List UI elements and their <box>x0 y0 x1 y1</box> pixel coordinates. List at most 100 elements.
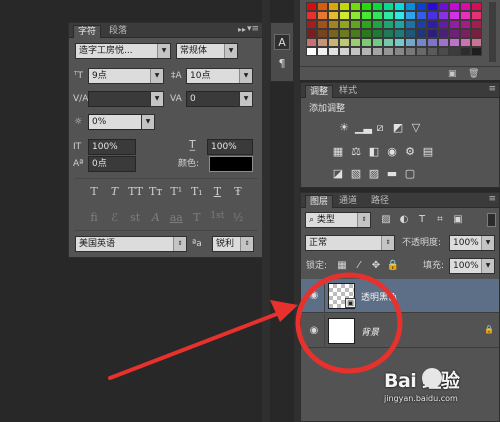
blend-mode-select[interactable]: 正常 ⇕ <box>305 235 395 251</box>
color-swatch[interactable] <box>383 29 394 38</box>
color-swatch[interactable] <box>361 29 372 38</box>
collapse-arrows-icon[interactable]: ▸▸ <box>238 25 246 34</box>
color-swatch[interactable] <box>383 38 394 47</box>
color-swatch[interactable] <box>460 20 471 29</box>
color-swatch[interactable] <box>405 2 416 11</box>
font-size-select[interactable]: 9点 ▼ <box>88 68 164 84</box>
levels-icon[interactable]: ▁▃ <box>355 121 372 135</box>
color-swatch[interactable] <box>372 11 383 20</box>
opacity-select[interactable]: 100% ▼ <box>449 235 495 251</box>
tracking-dropdown[interactable]: ▼ <box>239 91 253 107</box>
discretionary-ligatures-button[interactable]: st <box>128 211 142 224</box>
color-swatch[interactable] <box>460 29 471 38</box>
color-swatch[interactable] <box>372 2 383 11</box>
color-swatch[interactable] <box>328 38 339 47</box>
color-swatch[interactable] <box>383 2 394 11</box>
color-swatch[interactable] <box>427 29 438 38</box>
superscript-button[interactable]: T¹ <box>169 185 183 198</box>
color-swatch[interactable] <box>339 11 350 20</box>
color-swatch[interactable] <box>317 38 328 47</box>
color-swatch[interactable] <box>438 11 449 20</box>
color-swatch[interactable] <box>328 2 339 11</box>
color-swatch[interactable] <box>438 38 449 47</box>
color-swatch[interactable] <box>383 47 394 56</box>
color-swatch[interactable] <box>361 2 372 11</box>
color-swatch[interactable] <box>306 11 317 20</box>
channel-mixer-icon[interactable]: ⚙ <box>403 145 417 159</box>
color-swatch[interactable] <box>328 11 339 20</box>
color-swatch[interactable] <box>449 47 460 56</box>
color-swatch[interactable] <box>449 2 460 11</box>
small-caps-button[interactable]: Tт <box>149 185 163 198</box>
color-swatch[interactable] <box>405 11 416 20</box>
color-swatch[interactable] <box>427 11 438 20</box>
color-swatch[interactable] <box>339 2 350 11</box>
exposure-icon[interactable]: ◩ <box>391 121 405 135</box>
color-swatch[interactable] <box>416 20 427 29</box>
color-swatch[interactable] <box>471 29 482 38</box>
strikethrough-button[interactable]: Ŧ <box>231 185 245 198</box>
color-swatch[interactable] <box>438 20 449 29</box>
curves-icon[interactable]: ⧄ <box>373 121 387 135</box>
color-swatch[interactable] <box>317 2 328 11</box>
color-swatch[interactable] <box>306 20 317 29</box>
color-swatch[interactable] <box>306 38 317 47</box>
layer-filter-select[interactable]: ⌕ 类型 ⇕ <box>305 212 371 228</box>
underline-button[interactable]: T <box>210 185 224 198</box>
faux-bold-button[interactable]: T <box>87 185 101 198</box>
contextual-alternates-button[interactable]: ℰ <box>108 211 122 224</box>
color-swatch[interactable] <box>427 38 438 47</box>
color-swatch[interactable] <box>416 29 427 38</box>
gradient-map-icon[interactable]: ▬ <box>385 167 399 181</box>
subscript-button[interactable]: T₁ <box>190 185 204 198</box>
tab-channels[interactable]: 通道 <box>335 195 361 208</box>
panel-menu-icon[interactable]: ≡ <box>488 194 496 204</box>
color-swatch[interactable] <box>394 47 405 56</box>
color-swatch[interactable] <box>306 47 317 56</box>
vertical-scale-input[interactable]: 100% <box>88 139 136 155</box>
color-swatch[interactable] <box>339 47 350 56</box>
color-swatch[interactable] <box>350 29 361 38</box>
color-swatch[interactable] <box>416 38 427 47</box>
color-swatch[interactable] <box>416 2 427 11</box>
color-swatch[interactable] <box>350 47 361 56</box>
color-swatch[interactable] <box>339 29 350 38</box>
color-swatch[interactable] <box>361 20 372 29</box>
tab-paths[interactable]: 路径 <box>367 195 393 208</box>
color-swatch[interactable] <box>416 47 427 56</box>
vibrance-icon[interactable]: ▽ <box>409 121 423 135</box>
text-color-swatch[interactable] <box>209 156 253 172</box>
character-panel-toggle-icon[interactable]: A <box>274 34 290 50</box>
baseline-shift-input[interactable]: 0点 <box>88 156 136 172</box>
smart-object-filter-icon[interactable]: ▣ <box>451 213 465 227</box>
color-swatch[interactable] <box>317 11 328 20</box>
layer-row-transparent-black[interactable]: ◉ ▣ 透明黑色 <box>301 279 499 313</box>
adjustment-filter-icon[interactable]: ◐ <box>397 213 411 227</box>
fill-select[interactable]: 100% ▼ <box>449 258 495 274</box>
selective-color-icon[interactable]: ▢ <box>403 167 417 181</box>
color-swatch[interactable] <box>306 2 317 11</box>
color-swatch[interactable] <box>405 20 416 29</box>
all-caps-button[interactable]: TT <box>128 185 143 198</box>
color-swatch[interactable] <box>449 11 460 20</box>
fractions-button[interactable]: ½ <box>231 211 245 224</box>
filter-toggle[interactable] <box>487 213 496 227</box>
color-swatch[interactable] <box>372 47 383 56</box>
color-swatch[interactable] <box>361 11 372 20</box>
lock-all-icon[interactable]: 🔒 <box>386 259 400 273</box>
color-swatch[interactable] <box>372 38 383 47</box>
color-swatch[interactable] <box>394 38 405 47</box>
color-swatch[interactable] <box>350 2 361 11</box>
ligatures-button[interactable]: fi <box>87 211 101 224</box>
color-swatch[interactable] <box>460 2 471 11</box>
lock-transparent-icon[interactable]: ▦ <box>335 259 349 273</box>
color-swatch[interactable] <box>361 47 372 56</box>
font-style-select[interactable]: 常规体 ▼ <box>176 43 238 59</box>
antialias-select[interactable]: 锐利 ⇕ <box>212 236 254 252</box>
paragraph-panel-toggle-icon[interactable]: ¶ <box>274 56 290 72</box>
tab-character[interactable]: 字符 <box>73 25 102 38</box>
color-swatch[interactable] <box>328 20 339 29</box>
lock-position-icon[interactable]: ✥ <box>369 259 383 273</box>
kerning-dropdown[interactable]: ▼ <box>150 91 164 107</box>
color-swatch[interactable] <box>471 20 482 29</box>
